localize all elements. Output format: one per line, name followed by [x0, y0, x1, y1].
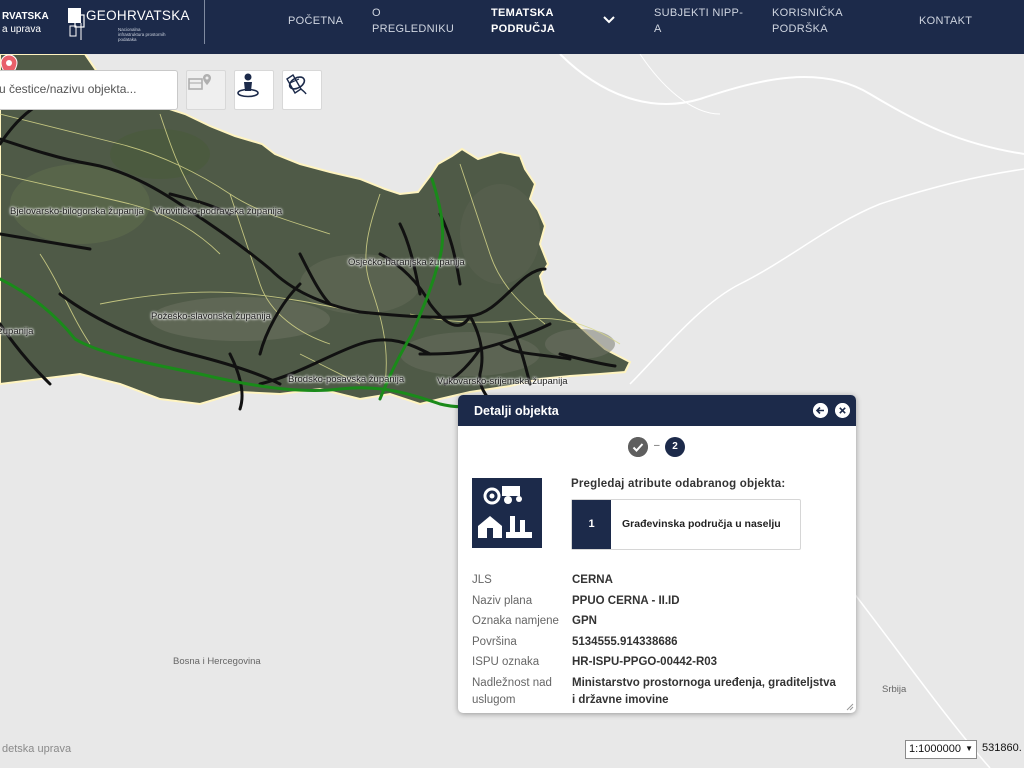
layer-name: Građevinska područja u naselju — [622, 518, 781, 530]
agency-brand[interactable]: RVATSKA a uprava — [2, 10, 49, 36]
attribute-label: JLS — [472, 574, 492, 586]
county-label-partial: županija — [0, 326, 34, 337]
agency-brand-line2: a uprava — [2, 24, 41, 35]
step-complete-check-icon — [628, 437, 648, 457]
attribute-label: Naziv plana — [472, 594, 533, 607]
attribute-value: HR-ISPU-PPGO-00442-R03 — [572, 656, 718, 668]
agency-brand-line1: RVATSKA — [2, 11, 49, 22]
person-location-icon — [237, 73, 259, 98]
attribute-label: Površina — [472, 635, 517, 648]
country-label-bih: Bosna i Hercegovina — [173, 656, 261, 667]
attribute-row: ISPU oznaka HR-ISPU-PPGO-00442-R03 — [472, 654, 842, 675]
attribute-table: JLS CERNA Naziv plana PPUO CERNA - II.ID… — [472, 572, 842, 709]
attribute-row: Oznaka namjene GPN — [472, 613, 842, 634]
attribute-row: Površina 5134555.914338686 — [472, 634, 842, 655]
satellite-icon — [286, 74, 307, 95]
resize-handle-icon[interactable] — [846, 703, 854, 711]
layer-index: 1 — [572, 500, 611, 549]
search-input[interactable]: u čestice/nazivu objekta... — [0, 70, 178, 110]
agriculture-settlement-icon — [472, 478, 542, 548]
my-location-button[interactable] — [234, 70, 274, 110]
attribute-value: PPUO CERNA - II.ID — [572, 594, 680, 607]
county-label-bjelovarsko: Bjelovarsko-bilogorska županija — [10, 206, 144, 217]
attribute-value: 5134555.914338686 — [572, 635, 678, 648]
popup-header: Detalji objekta — [458, 395, 856, 426]
close-icon[interactable] — [835, 403, 850, 418]
object-details-popup: Detalji objekta – 2 Pregledaj atribute o… — [458, 395, 856, 713]
attribute-label: Nadležnost nad uslugom — [472, 676, 552, 706]
nav-pocetna[interactable]: POČETNA — [288, 13, 343, 29]
county-label-vukovarsko: Vukovarsko-srijemska županija — [437, 376, 568, 387]
satellite-layer-button[interactable] — [282, 70, 322, 110]
county-label-virovitičko: Virovitičko-podravska županija — [154, 206, 283, 217]
back-arrow-icon[interactable] — [813, 403, 828, 418]
nav-tematska-podrucja[interactable]: TEMATSKA PODRUČJA — [491, 5, 571, 37]
attribute-label: ISPU oznaka — [472, 656, 540, 668]
attribute-label: Oznaka namjene — [472, 615, 559, 627]
attribute-row: Nadležnost nad uslugom Ministarstvo pros… — [472, 675, 842, 709]
step-separator: – — [654, 440, 660, 451]
step-current: 2 — [665, 437, 685, 457]
popup-title: Detalji objekta — [474, 404, 559, 418]
step-indicator: – 2 — [628, 437, 688, 457]
scale-select[interactable]: 1:1000000 ▼ — [905, 740, 977, 759]
attribute-row: JLS CERNA — [472, 572, 842, 593]
geohrvatska-logo-mark-icon — [68, 8, 85, 40]
geohrvatska-logo[interactable]: GEOHRVATSKA Nacionalna infrastruktura pr… — [66, 6, 206, 44]
county-label-pozesko: Požeško-slavonska županija — [151, 311, 271, 322]
nav-korisnicka-podrska[interactable]: KORISNIČKA PODRŠKA — [772, 5, 852, 37]
nav-o-pregledniku[interactable]: O PREGLEDNIKU — [372, 5, 454, 37]
chevron-down-icon: ▼ — [965, 744, 973, 753]
country-label-srbija: Srbija — [882, 684, 907, 695]
county-label-brodsko: Brodsko-posavska županija — [288, 374, 405, 385]
attribute-prompt: Pregledaj atribute odabranog objekta: — [571, 478, 786, 490]
attribute-value: CERNA — [572, 574, 613, 586]
scale-value: 1:1000000 — [909, 743, 961, 755]
map-attribution: detska uprava — [2, 743, 72, 755]
header-divider — [204, 0, 205, 44]
county-label-osjecko: Osječko-baranjska županija — [348, 257, 465, 268]
attribute-value: Ministarstvo prostornoga uređenja, gradi… — [572, 676, 836, 706]
attribute-row: Naziv plana PPUO CERNA - II.ID — [472, 593, 842, 614]
layer-result-card[interactable]: 1 Građevinska područja u naselju — [571, 499, 801, 550]
top-navigation-bar: RVATSKA a uprava GEOHRVATSKA Nacionalna … — [0, 0, 1024, 54]
logo-title: GEOHRVATSKA — [86, 8, 190, 23]
attribute-value: GPN — [572, 615, 597, 627]
parcel-location-icon — [188, 74, 211, 90]
chevron-down-icon[interactable] — [601, 14, 617, 26]
logo-subtitle: Nacionalna infrastruktura prostornih pod… — [118, 27, 166, 42]
coordinate-readout: 531860. — [982, 742, 1022, 754]
parcel-search-button[interactable] — [186, 70, 226, 110]
nav-kontakt[interactable]: KONTAKT — [919, 13, 972, 29]
nav-subjekti-nipp[interactable]: SUBJEKTI NIPP-A — [654, 5, 744, 37]
